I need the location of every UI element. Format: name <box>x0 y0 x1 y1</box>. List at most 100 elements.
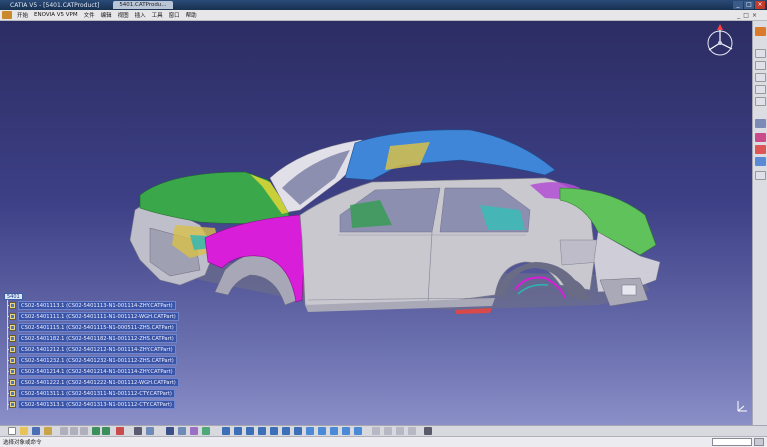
analysis-icon[interactable] <box>755 171 766 180</box>
tree-root[interactable]: 5401 <box>4 292 154 300</box>
measure-icon[interactable] <box>190 427 198 435</box>
menu-edit[interactable]: 编辑 <box>98 11 115 19</box>
doc-minimize-button[interactable]: _ <box>737 12 740 19</box>
menu-view[interactable]: 视图 <box>115 11 132 19</box>
zoom-in-icon[interactable] <box>270 427 278 435</box>
normal-view-icon[interactable] <box>294 427 302 435</box>
menu-insert[interactable]: 插入 <box>132 11 149 19</box>
menu-file[interactable]: 文件 <box>81 11 98 19</box>
tree-item-label[interactable]: CS02-5401212.1 (CS02-5401212-N1-001114-Z… <box>18 345 176 354</box>
update-icon[interactable] <box>755 157 766 166</box>
shading-icon[interactable] <box>318 427 326 435</box>
tree-item[interactable]: CS02-5401115.1 (CS02-5401115-N1-000511-Z… <box>4 322 177 333</box>
tree-item[interactable]: CS02-5401212.1 (CS02-5401212-N1-001114-Z… <box>4 344 176 355</box>
toolbar-icon[interactable] <box>384 427 392 435</box>
save-icon[interactable] <box>32 427 40 435</box>
swap-visible-space-icon[interactable] <box>342 427 350 435</box>
compass-icon[interactable] <box>700 21 740 61</box>
iso-view-icon[interactable] <box>306 427 314 435</box>
replace-component-icon[interactable] <box>755 97 766 106</box>
print-icon[interactable] <box>44 427 52 435</box>
command-input[interactable] <box>712 438 752 446</box>
apply-material-icon[interactable] <box>202 427 210 435</box>
workbench-icon[interactable] <box>755 27 766 36</box>
toolbar-icon[interactable] <box>372 427 380 435</box>
menu-help[interactable]: 帮助 <box>183 11 200 19</box>
toolbar-icon[interactable] <box>424 427 432 435</box>
part-insert-icon[interactable] <box>755 73 766 82</box>
toolbar-icon[interactable] <box>408 427 416 435</box>
axis-icon <box>737 401 747 412</box>
fly-mode-icon[interactable] <box>222 427 230 435</box>
pan-icon[interactable] <box>246 427 254 435</box>
menu-start[interactable]: 开始 <box>14 11 31 19</box>
part-icon <box>9 346 16 353</box>
component-icon[interactable] <box>755 61 766 70</box>
redo-icon[interactable] <box>102 427 110 435</box>
tree-item[interactable]: CS02-5401311.1 (CS02-5401311-N1-001112-C… <box>4 388 175 399</box>
tree-item-label[interactable]: CS02-5401232.1 (CS02-5401232-N1-001112-Z… <box>18 356 177 365</box>
part-icon <box>9 390 16 397</box>
catalog-icon[interactable] <box>178 427 186 435</box>
maximize-button[interactable]: □ <box>744 1 754 9</box>
knowledge-icon[interactable] <box>146 427 154 435</box>
hide-show-icon[interactable] <box>330 427 338 435</box>
doc-close-button[interactable]: × <box>752 12 757 19</box>
status-bar: 选择对象或命令 <box>0 436 767 447</box>
paste-icon[interactable] <box>80 427 88 435</box>
tree-item-label[interactable]: CS02-5401182.1 (CS02-5401182-N1-001112-Z… <box>18 334 177 343</box>
part-icon <box>9 368 16 375</box>
new-icon[interactable] <box>8 427 16 435</box>
menu-tools[interactable]: 工具 <box>149 11 166 19</box>
rotate-icon[interactable] <box>258 427 266 435</box>
constraint-icon[interactable] <box>755 133 766 142</box>
part-icon <box>9 313 16 320</box>
tree-item-label[interactable]: CS02-5401214.1 (CS02-5401214-N1-001114-Z… <box>18 367 176 376</box>
doc-restore-button[interactable]: □ <box>743 12 749 19</box>
bottom-toolbar <box>0 425 767 436</box>
tree-item-label[interactable]: CS02-5401222.1 (CS02-5401222-N1-001112-W… <box>18 378 179 387</box>
fix-icon[interactable] <box>755 145 766 154</box>
fit-all-icon[interactable] <box>234 427 242 435</box>
zoom-out-icon[interactable] <box>282 427 290 435</box>
open-icon[interactable] <box>20 427 28 435</box>
catia-logo-icon[interactable] <box>2 11 12 19</box>
right-toolbar <box>752 21 767 425</box>
whats-this-icon[interactable] <box>116 427 124 435</box>
undo-icon[interactable] <box>92 427 100 435</box>
toolbar-icon[interactable] <box>396 427 404 435</box>
copy-icon[interactable] <box>70 427 78 435</box>
tree-item-label[interactable]: CS02-5401311.1 (CS02-5401311-N1-001112-C… <box>18 389 175 398</box>
graph-tree-icon[interactable] <box>166 427 174 435</box>
tree-item-label[interactable]: CS02-5401111.1 (CS02-5401111-N1-001112-W… <box>18 312 179 321</box>
status-message: 选择对象或命令 <box>3 440 42 446</box>
3d-viewport[interactable]: 5401 CS02-5401113.1 (CS02-5401113-N1-001… <box>0 21 752 425</box>
tree-item[interactable]: CS02-5401222.1 (CS02-5401222-N1-001112-W… <box>4 377 179 388</box>
move-icon[interactable] <box>755 119 766 128</box>
formula-icon[interactable] <box>134 427 142 435</box>
close-button[interactable]: × <box>755 1 765 9</box>
tree-item[interactable]: CS02-5401214.1 (CS02-5401214-N1-001114-Z… <box>4 366 176 377</box>
tree-item-label[interactable]: CS02-5401313.1 (CS02-5401313-N1-001112-C… <box>18 400 175 409</box>
cut-icon[interactable] <box>60 427 68 435</box>
tree-item[interactable]: CS02-5401113.1 (CS02-5401113-N1-001114-Z… <box>4 300 176 311</box>
existing-component-icon[interactable] <box>755 85 766 94</box>
minimize-button[interactable]: _ <box>733 1 743 9</box>
tree-root-label[interactable]: 5401 <box>4 292 23 300</box>
tree-item-label[interactable]: CS02-5401113.1 (CS02-5401113-N1-001114-Z… <box>18 301 176 310</box>
tree-item-label[interactable]: CS02-5401115.1 (CS02-5401115-N1-000511-Z… <box>18 323 177 332</box>
tree-item[interactable]: CS02-5401111.1 (CS02-5401111-N1-001112-W… <box>4 311 179 322</box>
tree-item[interactable]: CS02-5401232.1 (CS02-5401232-N1-001112-Z… <box>4 355 177 366</box>
part-icon <box>9 401 16 408</box>
menu-window[interactable]: 窗口 <box>166 11 183 19</box>
command-button[interactable] <box>754 438 764 446</box>
tree-item[interactable]: CS02-5401182.1 (CS02-5401182-N1-001112-Z… <box>4 333 177 344</box>
tree-item[interactable]: CS02-5401313.1 (CS02-5401313-N1-001112-C… <box>4 399 175 410</box>
part-icon <box>9 302 16 309</box>
view-mode-icon[interactable] <box>354 427 362 435</box>
window-title: CATIA V5 - [5401.CATProduct] <box>10 1 100 9</box>
menu-enovia[interactable]: ENOVIA V5 VPM <box>31 12 81 18</box>
product-icon[interactable] <box>755 49 766 58</box>
document-tab[interactable]: 5401.CATProdu... <box>113 1 173 9</box>
part-icon <box>9 324 16 331</box>
